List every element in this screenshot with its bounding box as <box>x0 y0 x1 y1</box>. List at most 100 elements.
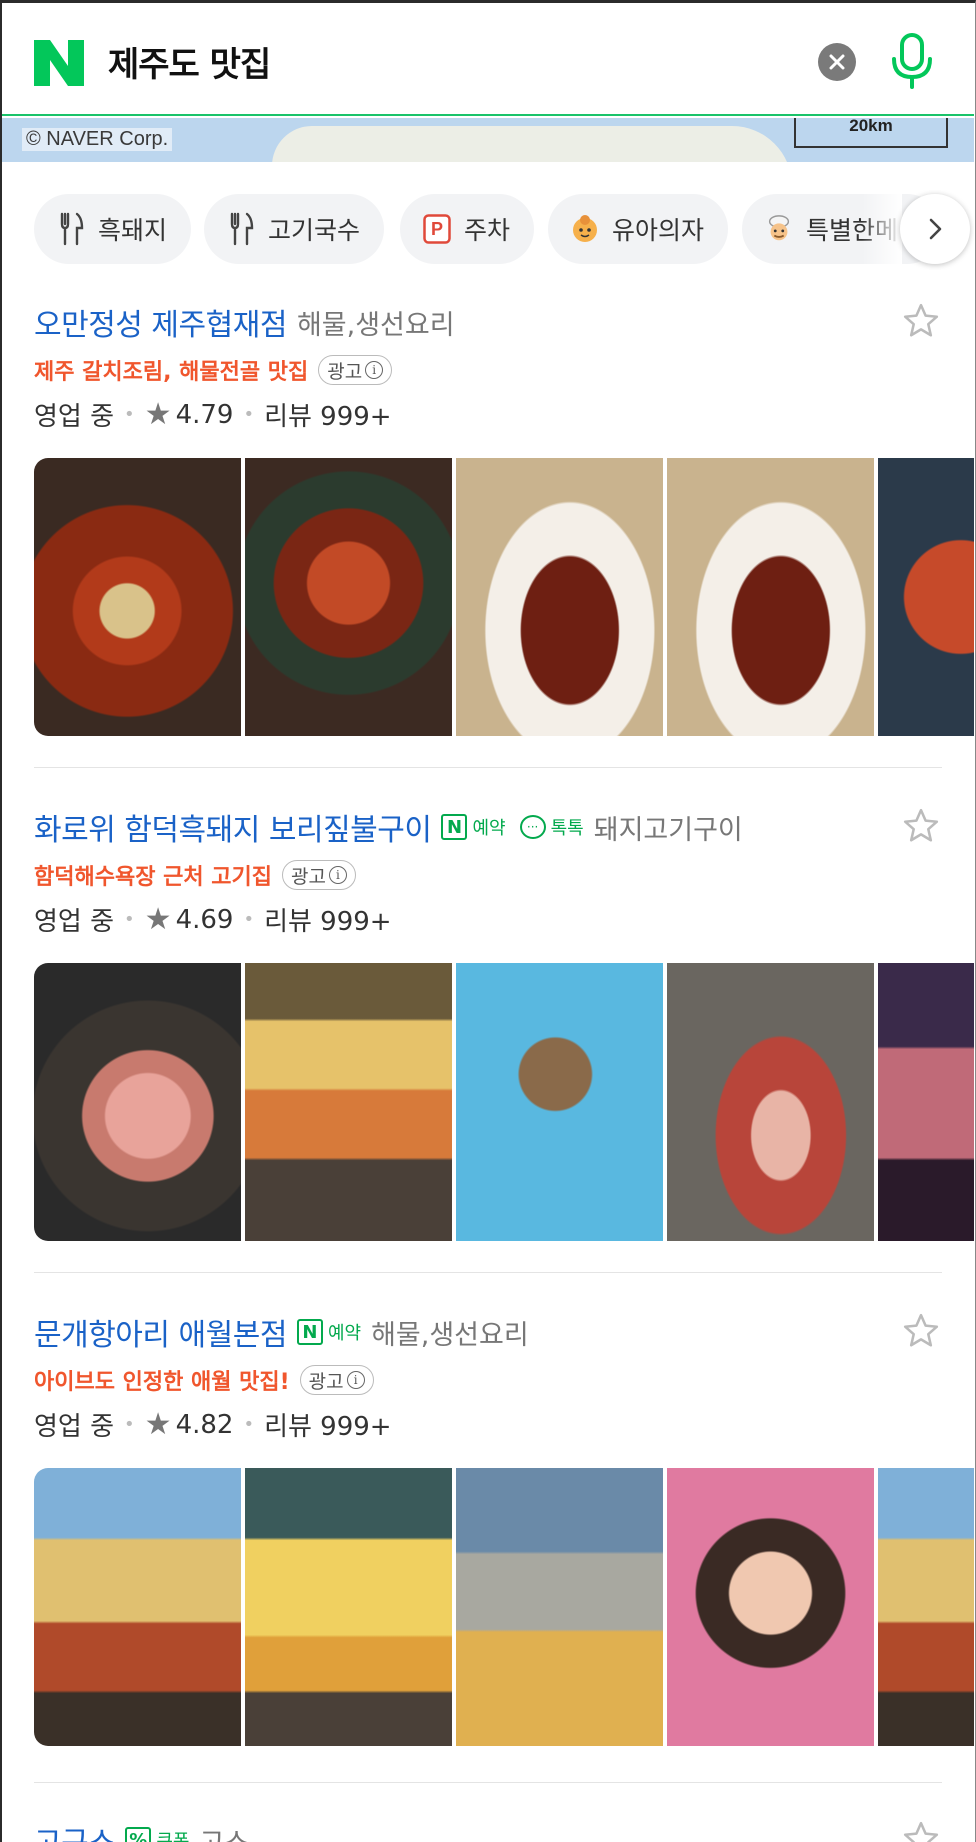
info-icon: i <box>346 1371 365 1389</box>
result-category: 해물,생선요리 <box>296 309 455 341</box>
chips-fade <box>862 190 902 270</box>
food-photo[interactable] <box>456 458 663 736</box>
ad-text-link[interactable]: 제주 갈치조림, 해물전골 맛집 <box>34 354 308 386</box>
naver-n-icon: N <box>441 814 468 840</box>
baby-icon <box>570 212 600 246</box>
result-meta: 영업 중 • ★ 4.69 • 리뷰 999+ <box>34 901 392 938</box>
result-name-link[interactable]: 오만정성 제주협재점 <box>34 300 287 344</box>
search-input[interactable]: 제주도 맛집 <box>108 37 271 86</box>
result-meta: 영업 중 • ★ 4.79 • 리뷰 999+ <box>34 396 392 433</box>
food-photo[interactable] <box>456 1468 663 1746</box>
photo-strip[interactable] <box>34 458 974 736</box>
photo-strip[interactable] <box>34 1468 974 1746</box>
ad-line: 함덕해수욕장 근처 고기집 광고 i <box>34 859 356 891</box>
food-photo[interactable] <box>667 458 874 736</box>
star-bookmark-icon[interactable] <box>902 1312 940 1350</box>
food-photo[interactable] <box>245 1468 452 1746</box>
business-status: 영업 중 <box>34 402 115 432</box>
badge-label: 쿠폰 <box>156 1831 190 1842</box>
star-bookmark-icon[interactable] <box>902 302 940 340</box>
chip-gogi-guksu[interactable]: 고기국수 <box>204 194 385 264</box>
food-photo[interactable] <box>878 1468 974 1746</box>
food-photo[interactable] <box>456 963 663 1241</box>
search-bar: 제주도 맛집 <box>2 3 974 116</box>
ad-text-link[interactable]: 아이브도 인정한 애월 맛집! <box>34 1364 290 1396</box>
result-header: 문개항아리 애월본점 N 예약 해물,생선요리 <box>34 1310 529 1354</box>
chip-parking[interactable]: P 주차 <box>400 194 535 264</box>
svg-text:P: P <box>431 219 443 239</box>
result-category: 돼지고기구이 <box>593 814 743 846</box>
naver-logo-icon[interactable] <box>34 40 84 86</box>
food-photo[interactable] <box>34 458 241 736</box>
chip-baby-chair[interactable]: 유아의자 <box>548 194 729 264</box>
ad-label: 광고 <box>290 865 326 888</box>
food-photo[interactable] <box>667 1468 874 1746</box>
fork-knife-icon <box>226 212 256 246</box>
filter-chips: 흑돼지 고기국수 P 주차 유아의자 특별한메 <box>2 190 974 270</box>
ad-text-link[interactable]: 함덕해수욕장 근처 고기집 <box>34 859 272 891</box>
result-name-link[interactable]: 고구스 <box>34 1818 116 1842</box>
ad-tag[interactable]: 광고 i <box>318 355 393 385</box>
separator-dot: • <box>243 1414 255 1435</box>
fork-knife-icon <box>56 212 86 246</box>
result-card-peek: 고구스 % 쿠폰 고스 <box>34 1818 249 1842</box>
food-photo[interactable] <box>667 963 874 1241</box>
rating-star-icon: ★ <box>144 397 172 432</box>
talktalk-badge[interactable]: ··· 톡톡 <box>519 814 584 840</box>
microphone-icon[interactable] <box>890 33 934 89</box>
ad-label: 광고 <box>327 360 363 383</box>
food-photo[interactable] <box>34 1468 241 1746</box>
result-divider <box>34 1782 942 1783</box>
photo-strip[interactable] <box>34 963 974 1241</box>
map-credit: © NAVER Corp. <box>22 128 173 151</box>
food-photo[interactable] <box>245 963 452 1241</box>
review-count[interactable]: 리뷰 999+ <box>264 901 392 938</box>
star-bookmark-icon[interactable] <box>902 1820 940 1842</box>
reservation-badge[interactable]: N 예약 <box>441 814 506 840</box>
chevron-right-icon <box>929 218 942 240</box>
ad-label: 광고 <box>308 1370 344 1393</box>
chip-label: 고기국수 <box>268 216 361 245</box>
review-count[interactable]: 리뷰 999+ <box>264 1406 392 1443</box>
info-icon: i <box>328 866 347 884</box>
result-divider <box>34 1272 942 1273</box>
result-name-link[interactable]: 화로위 함덕흑돼지 보리짚불구이 <box>34 805 432 849</box>
coupon-badge[interactable]: % 쿠폰 <box>125 1827 189 1842</box>
food-photo[interactable] <box>34 963 241 1241</box>
food-photo[interactable] <box>878 963 974 1241</box>
chef-icon <box>764 212 794 246</box>
rating-value: 4.69 <box>175 904 234 935</box>
map-scale: 20km <box>794 118 948 148</box>
chip-label: 유아의자 <box>612 216 705 245</box>
separator-dot: • <box>124 1414 135 1435</box>
chip-label: 흑돼지 <box>98 216 168 245</box>
result-meta: 영업 중 • ★ 4.82 • 리뷰 999+ <box>34 1406 392 1443</box>
result-header: 화로위 함덕흑돼지 보리짚불구이 N 예약 ··· 톡톡 돼지고기구이 <box>34 805 743 849</box>
separator-dot: • <box>243 404 255 425</box>
badge-label: 톡톡 <box>550 818 584 839</box>
reservation-badge[interactable]: N 예약 <box>296 1319 361 1345</box>
chips-next-button[interactable] <box>900 194 970 264</box>
close-icon <box>829 54 845 70</box>
result-divider <box>34 767 942 768</box>
result-name-link[interactable]: 문개항아리 애월본점 <box>34 1310 287 1354</box>
rating-star-icon: ★ <box>144 902 172 937</box>
business-status: 영업 중 <box>34 907 115 937</box>
separator-dot: • <box>124 909 135 930</box>
chip-label: 주차 <box>464 216 511 245</box>
result-category: 고스 <box>199 1821 249 1842</box>
result-header: 오만정성 제주협재점 해물,생선요리 <box>34 300 455 344</box>
clear-search-button[interactable] <box>818 43 856 81</box>
naver-n-icon: N <box>296 1319 323 1345</box>
ad-tag[interactable]: 광고 i <box>281 860 356 890</box>
map-preview[interactable]: © NAVER Corp. 20km <box>2 118 974 162</box>
star-bookmark-icon[interactable] <box>902 807 940 845</box>
food-photo[interactable] <box>245 458 452 736</box>
info-icon: i <box>365 361 384 379</box>
ad-line: 제주 갈치조림, 해물전골 맛집 광고 i <box>34 354 393 386</box>
food-photo[interactable] <box>878 458 974 736</box>
review-count[interactable]: 리뷰 999+ <box>264 396 392 433</box>
business-status: 영업 중 <box>34 1412 115 1442</box>
ad-tag[interactable]: 광고 i <box>299 1365 374 1395</box>
chip-heukdwaeji[interactable]: 흑돼지 <box>34 194 192 264</box>
